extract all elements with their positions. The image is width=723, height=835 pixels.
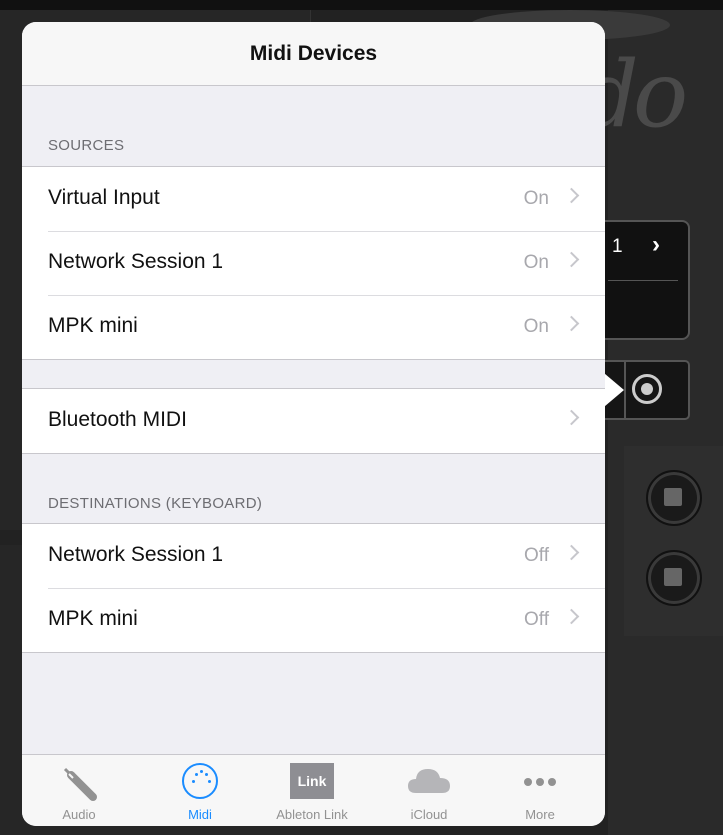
- link-icon: Link: [290, 763, 334, 799]
- row-status: Off: [524, 609, 549, 630]
- destination-row-mpk-mini[interactable]: MPK mini Off: [22, 588, 605, 652]
- divider: [624, 362, 626, 418]
- tab-audio[interactable]: Audio: [34, 755, 124, 826]
- midi-devices-popover: Midi Devices SOURCES Virtual Input On Ne…: [22, 22, 605, 826]
- tab-label: Audio: [62, 807, 96, 822]
- cloud-icon: [408, 769, 450, 793]
- tab-label: iCloud: [410, 807, 448, 822]
- destination-row-network-session-1[interactable]: Network Session 1 Off: [22, 524, 605, 588]
- tab-label: Midi: [188, 807, 212, 822]
- row-label: Network Session 1: [48, 250, 224, 273]
- row-label: Bluetooth MIDI: [48, 408, 187, 431]
- chevron-right-icon: [566, 188, 577, 199]
- background-selector[interactable]: 1 ›: [596, 220, 690, 340]
- tab-bar: Audio Midi Link Ableton Link iCloud More: [22, 754, 605, 826]
- destinations-section-header: DESTINATIONS (KEYBOARD): [48, 495, 263, 512]
- stop-button[interactable]: [646, 550, 702, 606]
- popover-title: Midi Devices: [249, 42, 378, 65]
- row-label: Network Session 1: [48, 543, 224, 566]
- stop-button[interactable]: [646, 470, 702, 526]
- more-dots-icon: [520, 763, 560, 797]
- row-label: MPK mini: [48, 314, 138, 337]
- top-strip: [0, 0, 723, 10]
- navigation-bar: Midi Devices: [22, 22, 605, 86]
- chevron-right-icon: [566, 545, 577, 556]
- settings-gear-icon[interactable]: [632, 374, 662, 404]
- source-row-virtual-input[interactable]: Virtual Input On: [22, 167, 605, 231]
- sources-section-header: SOURCES: [48, 137, 125, 154]
- source-row-network-session-1[interactable]: Network Session 1 On: [22, 231, 605, 295]
- chevron-right-icon: [566, 316, 577, 327]
- row-status: On: [523, 252, 549, 273]
- audio-jack-icon: [63, 767, 97, 801]
- selector-value: 1: [612, 236, 623, 257]
- source-row-mpk-mini[interactable]: MPK mini On: [22, 295, 605, 359]
- tab-label: Ableton Link: [276, 807, 348, 822]
- midi-din-icon: [182, 763, 218, 799]
- tab-midi[interactable]: Midi: [155, 755, 245, 826]
- chevron-right-icon: [566, 410, 577, 421]
- row-label: MPK mini: [48, 607, 138, 630]
- bluetooth-midi-row[interactable]: Bluetooth MIDI: [22, 389, 605, 453]
- bluetooth-list: Bluetooth MIDI: [22, 388, 605, 454]
- chevron-right-icon[interactable]: ›: [652, 231, 660, 259]
- row-status: On: [523, 316, 549, 337]
- divider: [608, 280, 678, 281]
- row-status: Off: [524, 545, 549, 566]
- row-status: On: [523, 188, 549, 209]
- row-label: Virtual Input: [48, 186, 160, 209]
- destinations-list: Network Session 1 Off MPK mini Off: [22, 523, 605, 653]
- stop-icon: [664, 488, 682, 506]
- sources-list: Virtual Input On Network Session 1 On MP…: [22, 166, 605, 360]
- stop-icon: [664, 568, 682, 586]
- chevron-right-icon: [566, 609, 577, 620]
- tab-ableton-link[interactable]: Link Ableton Link: [267, 755, 357, 826]
- tab-label: More: [525, 807, 555, 822]
- tab-icloud[interactable]: iCloud: [384, 755, 474, 826]
- tab-more[interactable]: More: [495, 755, 585, 826]
- chevron-right-icon: [566, 252, 577, 263]
